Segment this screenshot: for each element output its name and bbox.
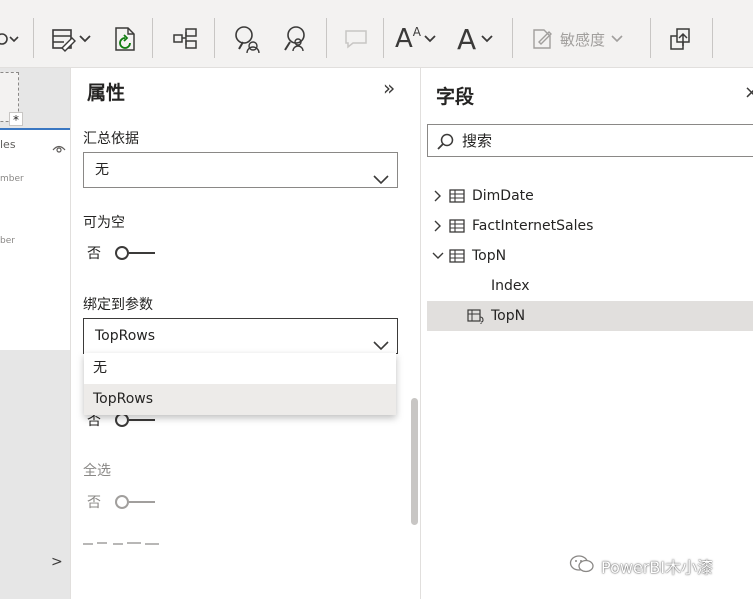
collapse-pane-icon[interactable]: »: [383, 76, 395, 100]
toggle-state-label: 否: [87, 495, 101, 511]
font-icon: A: [457, 22, 477, 56]
table-name: DimDate: [472, 188, 534, 204]
dropdown-option-selected[interactable]: TopRows: [84, 384, 396, 415]
toggle-state-label: 否: [87, 246, 101, 262]
chevron-down-icon: [611, 35, 623, 43]
comment-button: [344, 22, 370, 56]
bind-to-parameter-label: 绑定到参数: [83, 297, 153, 313]
visual-card[interactable]: les mber ber: [0, 128, 70, 350]
pane-title: 属性: [87, 82, 126, 104]
visual-title: les: [0, 138, 16, 151]
dropdown-option[interactable]: 无: [84, 353, 396, 384]
table-icon: [449, 249, 465, 263]
chevron-down-icon: [481, 35, 493, 43]
chevron-down-icon: [79, 35, 91, 43]
ribbon-separator: [712, 18, 713, 58]
table-icon: [449, 219, 465, 233]
bind-to-parameter-value: TopRows: [95, 328, 156, 344]
publish-button[interactable]: [668, 22, 694, 56]
nullable-toggle[interactable]: 否: [87, 243, 157, 263]
bind-to-parameter-dropdown[interactable]: TopRows: [83, 318, 398, 354]
summarize-by-value: 无: [95, 162, 109, 178]
table-name: FactInternetSales: [472, 218, 594, 234]
search-button[interactable]: [233, 22, 261, 56]
sensitivity-icon: [530, 27, 554, 51]
ribbon-separator: [650, 18, 651, 58]
field-table-row[interactable]: FactInternetSales: [427, 211, 753, 241]
field-table-row[interactable]: TopN: [427, 241, 753, 271]
grow-font-button[interactable]: A A: [395, 22, 436, 56]
search-person-icon: [282, 25, 310, 53]
select-all-label: 全选: [83, 463, 111, 479]
refresh-icon: [113, 25, 139, 53]
parameter-name: TopN: [491, 308, 526, 324]
field-list-icon: [172, 27, 198, 51]
chevron-right-icon[interactable]: >: [51, 554, 63, 570]
search-box[interactable]: [427, 124, 753, 157]
chevron-down-icon: [9, 36, 19, 43]
pane-title: 字段: [436, 86, 475, 108]
chevron-right-icon[interactable]: [431, 220, 445, 232]
ribbon-separator: [33, 18, 34, 58]
ribbon-separator: [383, 18, 384, 58]
ribbon-separator: [326, 18, 327, 58]
grow-font-superscript: A: [412, 25, 422, 39]
summarize-by-dropdown[interactable]: 无: [83, 152, 398, 188]
watermark: PowerBI木小漆: [569, 554, 713, 578]
table-icon: [449, 189, 465, 203]
publish-icon: [668, 26, 694, 52]
fields-pane: 字段 × DimDate FactInternetSales TopN Inde…: [422, 68, 753, 599]
chevron-down-icon: [424, 35, 436, 43]
visual-placeholder-text: mber: [0, 174, 24, 184]
field-parameter-row-selected[interactable]: TopN: [427, 301, 753, 331]
chevron-right-icon[interactable]: [431, 190, 445, 202]
chevron-down-icon[interactable]: [431, 252, 445, 260]
eye-icon[interactable]: [52, 139, 66, 158]
comment-icon: [344, 28, 370, 50]
format-painter-icon: [50, 26, 76, 52]
ribbon-dropdown-button[interactable]: [0, 22, 22, 56]
column-name: Index: [491, 278, 530, 294]
ribbon-separator: [152, 18, 153, 58]
scrollbar-thumb[interactable]: [411, 398, 418, 525]
chevron-down-icon: [373, 164, 389, 198]
grow-font-icon: A: [395, 24, 413, 54]
ribbon-separator: [214, 18, 215, 58]
table-name: TopN: [472, 248, 507, 264]
sensitivity-button: 敏感度: [530, 22, 623, 56]
ribbon-toolbar: A A A 敏感度: [0, 0, 753, 68]
select-all-toggle: 否: [87, 492, 157, 512]
report-canvas: * les mber ber >: [0, 68, 71, 599]
person-search-button[interactable]: [282, 22, 310, 56]
font-color-button[interactable]: A: [457, 22, 493, 56]
visual-placeholder-text: ber: [0, 236, 15, 246]
toggle-switch[interactable]: [115, 413, 157, 427]
nullable-label: 可为空: [83, 215, 125, 231]
truncated-label: [83, 538, 163, 546]
search-input[interactable]: [462, 130, 742, 152]
star-marker: *: [9, 112, 23, 127]
format-painter-button[interactable]: [50, 22, 91, 56]
watermark-text: PowerBI木小漆: [601, 558, 714, 577]
toggle-switch: [115, 495, 157, 509]
summarize-by-label: 汇总依据: [83, 131, 139, 147]
wechat-icon: [569, 554, 595, 578]
field-table-row[interactable]: DimDate: [427, 181, 753, 211]
parameter-icon: [467, 308, 485, 324]
sensitivity-label: 敏感度: [560, 30, 606, 49]
field-column-row[interactable]: Index: [427, 271, 753, 301]
refresh-button[interactable]: [113, 22, 139, 56]
bind-to-parameter-menu: 无 TopRows: [84, 353, 396, 415]
ribbon-separator: [512, 18, 513, 58]
toggle-switch[interactable]: [115, 246, 157, 260]
field-list-button[interactable]: [172, 22, 198, 56]
search-people-icon: [233, 25, 261, 53]
search-icon: [436, 133, 454, 155]
close-icon[interactable]: ×: [744, 82, 753, 103]
properties-pane: 属性 » 汇总依据 无 可为空 否 绑定到参数 TopRows 无 TopRow…: [71, 68, 421, 599]
